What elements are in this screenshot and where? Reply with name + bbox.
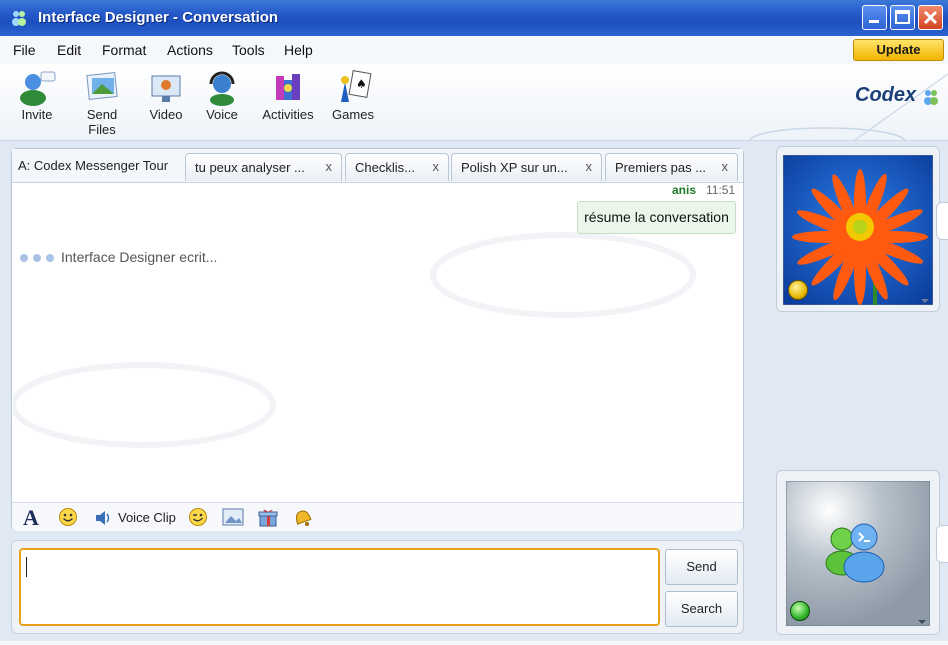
nudge-bell-icon[interactable] — [292, 507, 314, 527]
svg-text:♠: ♠ — [356, 77, 367, 91]
messenger-icon — [12, 11, 26, 26]
font-icon[interactable]: A — [22, 507, 44, 527]
send-files-icon — [86, 72, 118, 100]
invite-icon — [20, 71, 56, 106]
maximize-button[interactable] — [890, 5, 915, 30]
menu-format[interactable]: Format — [102, 42, 146, 58]
menu-actions[interactable]: Actions — [167, 42, 213, 58]
svg-text:A: A — [23, 507, 39, 527]
send-files-button[interactable]: Send Files — [72, 70, 132, 137]
typing-indicator: Interface Designer ecrit... — [61, 249, 218, 265]
voice-clip-button[interactable]: Voice Clip — [118, 510, 176, 525]
tab-active-conversation[interactable]: A: Codex Messenger Tour — [18, 158, 168, 173]
conversation-tab[interactable]: Polish XP sur un... x — [451, 153, 602, 181]
conversation-tab[interactable]: Checklis... x — [345, 153, 449, 181]
activities-label: Activities — [262, 107, 314, 122]
status-online-icon — [790, 601, 810, 621]
video-icon — [151, 75, 181, 102]
send-button[interactable]: Send — [665, 549, 738, 585]
minimize-button[interactable] — [862, 5, 887, 30]
background-watermark — [13, 232, 696, 448]
games-icon: ♠ — [341, 70, 372, 102]
window-title: Interface Designer - Conversation — [38, 9, 279, 26]
message-bubble: résume la conversation — [577, 201, 736, 234]
activities-button[interactable]: Activities — [260, 70, 316, 122]
search-button[interactable]: Search — [665, 591, 738, 627]
menu-file[interactable]: File — [13, 42, 36, 58]
typing-dot — [33, 254, 41, 262]
activities-icon — [276, 74, 300, 100]
update-button[interactable]: Update — [853, 39, 944, 61]
menu-edit[interactable]: Edit — [57, 42, 81, 58]
emoticon-icon[interactable] — [58, 507, 78, 527]
avatar-expand-handle[interactable] — [936, 202, 948, 240]
gift-icon[interactable] — [257, 507, 279, 527]
window-bottom-edge — [0, 641, 948, 645]
tab-label: Checklis... — [355, 160, 415, 175]
tab-label: Premiers pas ... — [615, 160, 707, 175]
brand-logo-text: Codex — [855, 84, 917, 106]
invite-button[interactable]: Invite — [16, 70, 58, 122]
toolbar-swoosh-decoration — [749, 73, 948, 140]
minimize-icon — [869, 20, 879, 23]
maximize-icon — [895, 10, 910, 24]
status-away-icon — [788, 280, 808, 300]
text-caret — [26, 557, 27, 577]
games-label: Games — [332, 107, 374, 122]
invite-label: Invite — [21, 107, 53, 122]
message-timestamp: 11:51 — [706, 183, 736, 197]
message-input[interactable] — [19, 548, 660, 626]
video-button[interactable]: Video — [148, 70, 184, 122]
message-sender: anis — [672, 183, 697, 197]
menu-tools[interactable]: Tools — [232, 42, 265, 58]
brand-logo-icon — [924, 90, 938, 105]
menu-help[interactable]: Help — [284, 42, 313, 58]
conversation-tab[interactable]: tu peux analyser ... x — [185, 153, 342, 181]
close-button[interactable] — [918, 5, 943, 30]
tab-label: Polish XP sur un... — [461, 160, 568, 175]
voice-label: Voice — [206, 107, 238, 122]
tab-close-button[interactable]: x — [433, 159, 440, 174]
wink-icon[interactable] — [188, 507, 208, 527]
games-button[interactable]: ♠ Games — [332, 70, 374, 122]
close-icon — [923, 10, 938, 25]
conversation-tab[interactable]: Premiers pas ... x — [605, 153, 738, 181]
send-files-label: Send Files — [86, 107, 118, 137]
voice-headset-icon — [209, 71, 235, 106]
video-label: Video — [149, 107, 183, 122]
tab-label: tu peux analyser ... — [195, 160, 305, 175]
my-avatar-expand-handle[interactable] — [936, 525, 948, 563]
tab-close-button[interactable]: x — [722, 159, 729, 174]
typing-dot — [46, 254, 54, 262]
tab-close-button[interactable]: x — [586, 159, 593, 174]
speaker-icon[interactable] — [94, 510, 112, 526]
background-image-icon[interactable] — [222, 507, 244, 527]
typing-dot — [20, 254, 28, 262]
voice-button[interactable]: Voice — [204, 70, 240, 122]
tab-close-button[interactable]: x — [326, 159, 333, 174]
